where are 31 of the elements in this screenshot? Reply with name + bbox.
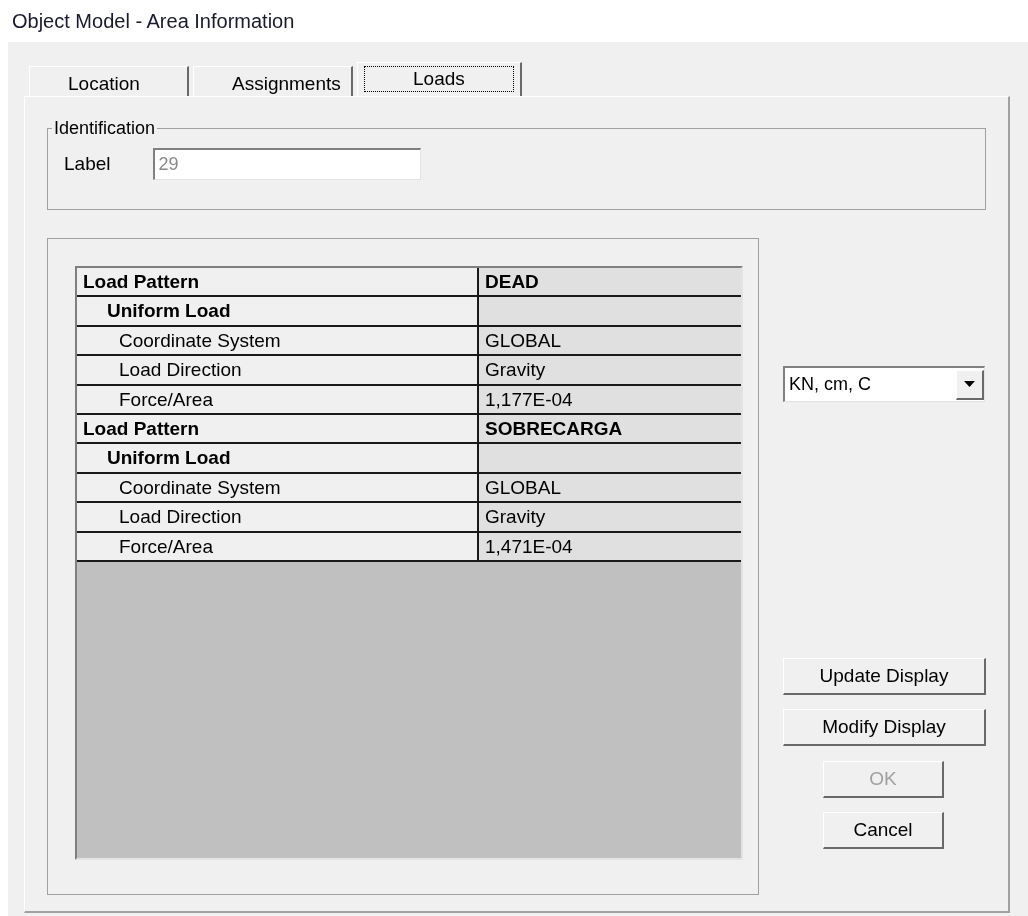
dialog-button[interactable]: Update Display xyxy=(783,658,986,695)
dialog-button[interactable]: Cancel xyxy=(823,812,944,849)
field-label: Label xyxy=(64,151,111,176)
value-cell[interactable]: 1,471E-04 xyxy=(479,532,741,560)
group-title: Identification xyxy=(53,117,157,140)
dialog-button[interactable]: Modify Display xyxy=(783,709,986,746)
value-cell[interactable]: Gravity xyxy=(479,503,741,531)
property-cell: Coordinate System xyxy=(77,473,479,502)
window-title: Object Model - Area Information xyxy=(12,9,295,34)
value-cell[interactable]: GLOBAL xyxy=(479,326,741,355)
property-cell: Uniform Load xyxy=(77,444,479,472)
value-cell[interactable]: GLOBAL xyxy=(479,473,741,502)
property-cell: Force/Area xyxy=(77,532,479,560)
value-cell[interactable]: DEAD xyxy=(479,268,741,296)
property-cell: Load Pattern xyxy=(77,414,479,443)
value-cell[interactable]: Gravity xyxy=(479,356,741,384)
tab[interactable]: Location xyxy=(29,66,189,96)
dropdown-value: KN, cm, C xyxy=(789,373,872,396)
property-cell: Force/Area xyxy=(77,385,479,413)
value-cell[interactable] xyxy=(479,297,741,325)
property-cell: Uniform Load xyxy=(77,297,479,325)
tab[interactable]: Loads xyxy=(357,62,522,96)
value-cell[interactable] xyxy=(479,444,741,472)
property-cell: Load Direction xyxy=(77,356,479,384)
value-cell[interactable]: SOBRECARGA xyxy=(479,414,741,443)
units-dropdown[interactable]: KN, cm, C xyxy=(783,366,985,402)
tab[interactable]: Assignments xyxy=(193,66,353,96)
value-cell[interactable]: 1,177E-04 xyxy=(479,385,741,413)
property-cell: Coordinate System xyxy=(77,326,479,355)
property-cell: Load Direction xyxy=(77,503,479,531)
property-cell: Load Pattern xyxy=(77,268,479,296)
